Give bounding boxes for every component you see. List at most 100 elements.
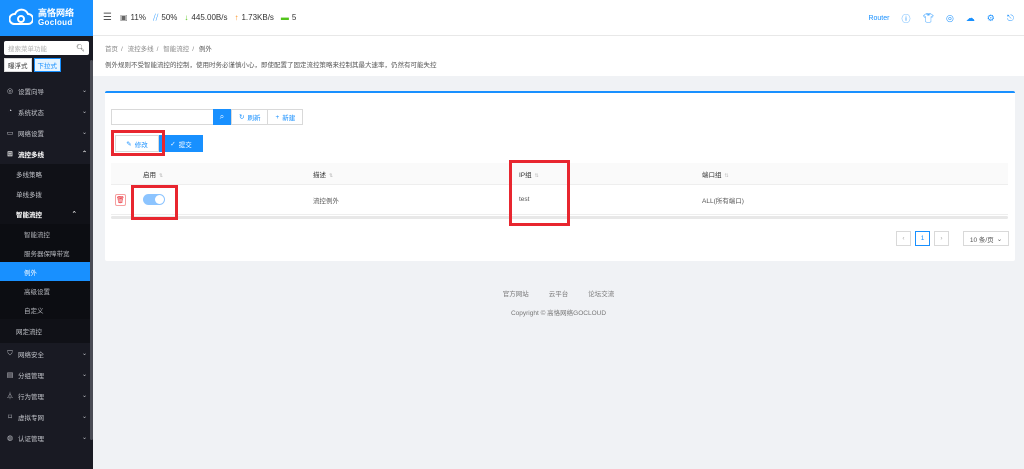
chevron-down-icon: ⌄ (81, 435, 87, 441)
highlight-edit-box (111, 130, 165, 156)
logout-icon[interactable]: ⎋ (1007, 13, 1014, 24)
sidebar-leaf-custom[interactable]: 自定义 (0, 300, 93, 319)
next-page-button[interactable]: › (934, 231, 949, 246)
top-header: ☰ ▣ 11% ⧸⧸ 50% ↓ 445.00B/s ↑ 1.73KB/s ▬ 5 Rou… (93, 0, 1024, 36)
sidebar-item-label: 系统状态 (18, 109, 44, 117)
submit-button[interactable]: ✓ 提交 (159, 135, 203, 152)
sidebar-item-vpn[interactable]: ⌑ 虚拟专网 ⌄ (0, 406, 93, 427)
search-icon: 🔍︎ (76, 45, 85, 52)
sort-icon: ⇅ (159, 172, 164, 179)
prev-page-button[interactable]: ‹ (896, 231, 911, 246)
refresh-button[interactable]: ↻ 刷新 (231, 109, 269, 125)
group-icon: ▤ (6, 371, 14, 379)
theme-icon[interactable]: 👕︎ (923, 13, 934, 24)
highlight-toggle-box (131, 185, 178, 220)
sidebar-leaf-server-bandwidth[interactable]: 服务器保障带宽 (0, 243, 93, 262)
sidebar-item-setup-wizard[interactable]: ◎ 设置向导 ⌄ (0, 80, 93, 101)
sidebar-subitem-smart-flow[interactable]: 智能流控 ⌃ (0, 204, 93, 224)
brand-name-en: Gocloud (38, 17, 73, 27)
sidebar-subitem-fixed-flow[interactable]: 网定流控 (0, 319, 93, 343)
sidebar-subitem-label: 智能流控 (16, 212, 42, 219)
page-size-select[interactable]: 10 条/页 ⌄ (963, 231, 1009, 246)
chevron-down-icon: ⌄ (81, 88, 87, 94)
sidebar-item-network-security[interactable]: ⛉ 网络安全 ⌄ (0, 343, 93, 364)
mode-tab-dropdown[interactable]: 下拉式 (33, 58, 61, 72)
menu-search-placeholder: 搜索菜单功能 (8, 46, 47, 53)
auth-icon: ◍ (6, 434, 14, 442)
sidebar-leaf-smart-flow[interactable]: 智能流控 (0, 224, 93, 243)
breadcrumb-home[interactable]: 首页 (105, 46, 118, 53)
breadcrumb-flow[interactable]: 流控多线 (128, 46, 154, 53)
sidebar-item-group-management[interactable]: ▤ 分组管理 ⌄ (0, 364, 93, 385)
sort-icon: ⇅ (724, 172, 729, 179)
sidebar-subitem-single-multidial[interactable]: 单线多拨 (0, 184, 93, 204)
globe-icon[interactable]: ◎ (946, 13, 954, 24)
sidebar-subitem-multiline-policy[interactable]: 多线策略 (0, 164, 93, 184)
footer-link-official[interactable]: 官方网站 (503, 288, 529, 298)
sidebar-item-network-settings[interactable]: ▭ 网络设置 ⌄ (0, 122, 93, 143)
cpu-value: 11% (130, 13, 146, 22)
arrow-up-icon: ↑ (234, 13, 239, 22)
submit-label: 提交 (178, 141, 192, 149)
breadcrumb-smart-flow[interactable]: 智能流控 (163, 46, 189, 53)
chevron-down-icon: ⌄ (81, 130, 87, 136)
compass-icon: ◎ (6, 87, 14, 95)
chevron-down-icon: ⌄ (81, 372, 87, 378)
sort-icon: ⇅ (329, 172, 334, 179)
col-enable-header[interactable]: 启用 ⇅ (133, 169, 313, 179)
footer-link-forum[interactable]: 论坛交流 (588, 288, 614, 298)
sidebar-item-behavior-management[interactable]: ⏃ 行为管理 ⌄ (0, 385, 93, 406)
check-icon: ✓ (170, 140, 176, 148)
router-label[interactable]: Router (868, 15, 889, 22)
sidebar-item-system-status[interactable]: ◔ 系统状态 ⌄ (0, 101, 93, 122)
search-button[interactable]: ⌕ (213, 109, 231, 125)
sidebar-item-label: 认证管理 (18, 435, 44, 443)
chevron-up-icon: ⌃ (81, 151, 87, 157)
breadcrumb: 首页 / 流控多线 / 智能流控 / 例外 (105, 46, 212, 53)
download-stat: ↓ 445.00B/s (184, 13, 227, 22)
cpu-stat: ▣ 11% (120, 13, 146, 22)
info-icon[interactable]: ⓘ (901, 12, 910, 25)
monitor-icon: ▬ (280, 13, 289, 22)
refresh-label: 刷新 (247, 115, 261, 122)
upload-stat: ↑ 1.73KB/s (234, 13, 273, 22)
monitor-icon: ▭ (6, 129, 14, 137)
search-input[interactable] (111, 109, 213, 125)
sidebar-item-flow-control[interactable]: ⊞ 流控多线 ⌃ (0, 143, 93, 164)
page-current[interactable]: 1 (915, 231, 930, 246)
sidebar-nav: ◎ 设置向导 ⌄ ◔ 系统状态 ⌄ ▭ 网络设置 ⌄ ⊞ 流控多线 ⌃ 多线策略 单线多… (0, 80, 93, 448)
footer-link-cloud[interactable]: 云平台 (549, 288, 569, 298)
pagination: ‹ 1 › 10 条/页 ⌄ (896, 231, 1009, 246)
online-value: 5 (291, 13, 297, 22)
delete-icon[interactable]: 🗑︎ (115, 193, 126, 206)
col-port-label: 端口组 (702, 171, 722, 179)
mode-tab-float[interactable]: 曝浮式 (4, 58, 32, 72)
col-enable-label: 启用 (143, 171, 156, 179)
filter-icon: ⏃ (6, 392, 14, 400)
download-value: 445.00B/s (191, 13, 228, 22)
page-header: 首页 / 流控多线 / 智能流控 / 例外 例外规则不受智能流控的控制，使用时务必谨慎… (93, 36, 1024, 76)
plus-icon: + (275, 113, 280, 121)
sidebar-item-label: 虚拟专网 (18, 414, 44, 422)
chevron-down-icon: ⌄ (81, 414, 87, 420)
add-button[interactable]: + 新建 (268, 109, 304, 125)
sidebar-leaf-advanced[interactable]: 高级设置 (0, 281, 93, 300)
sidebar-item-auth-management[interactable]: ◍ 认证管理 ⌄ (0, 427, 93, 448)
cloud-logo-icon (8, 7, 34, 29)
online-stat: ▬ 5 (281, 13, 296, 22)
settings-icon[interactable]: ⚙︎ (987, 13, 995, 24)
refresh-icon: ↻ (239, 114, 245, 121)
menu-fold-icon[interactable]: ☰ (103, 12, 112, 23)
col-port-header[interactable]: 端口组 ⇅ (702, 169, 1008, 179)
cell-desc: 流控例外 (313, 197, 339, 205)
rules-card: ⌕ ↻ 刷新 + 新建 ✎ 修改 ✓ 提交 启用 ⇅ 描述 ⇅ IP组 ⇅ 端口组 ⇅ 🗑︎ 流… (105, 91, 1015, 261)
sidebar-item-label: 设置向导 (18, 88, 44, 96)
sidebar-leaf-exception[interactable]: 例外 (0, 262, 93, 281)
logo[interactable]: 高恪网络 Gocloud (0, 0, 93, 36)
memory-stat: ⧸⧸ 50% (153, 13, 177, 23)
cloud-upload-icon[interactable]: ☁︎ (966, 13, 975, 24)
breadcrumb-current: 例外 (198, 46, 212, 53)
cpu-icon: ▣ (119, 13, 128, 22)
menu-search-input[interactable]: 搜索菜单功能 🔍︎ (4, 41, 89, 55)
col-desc-header[interactable]: 描述 ⇅ (313, 169, 519, 179)
